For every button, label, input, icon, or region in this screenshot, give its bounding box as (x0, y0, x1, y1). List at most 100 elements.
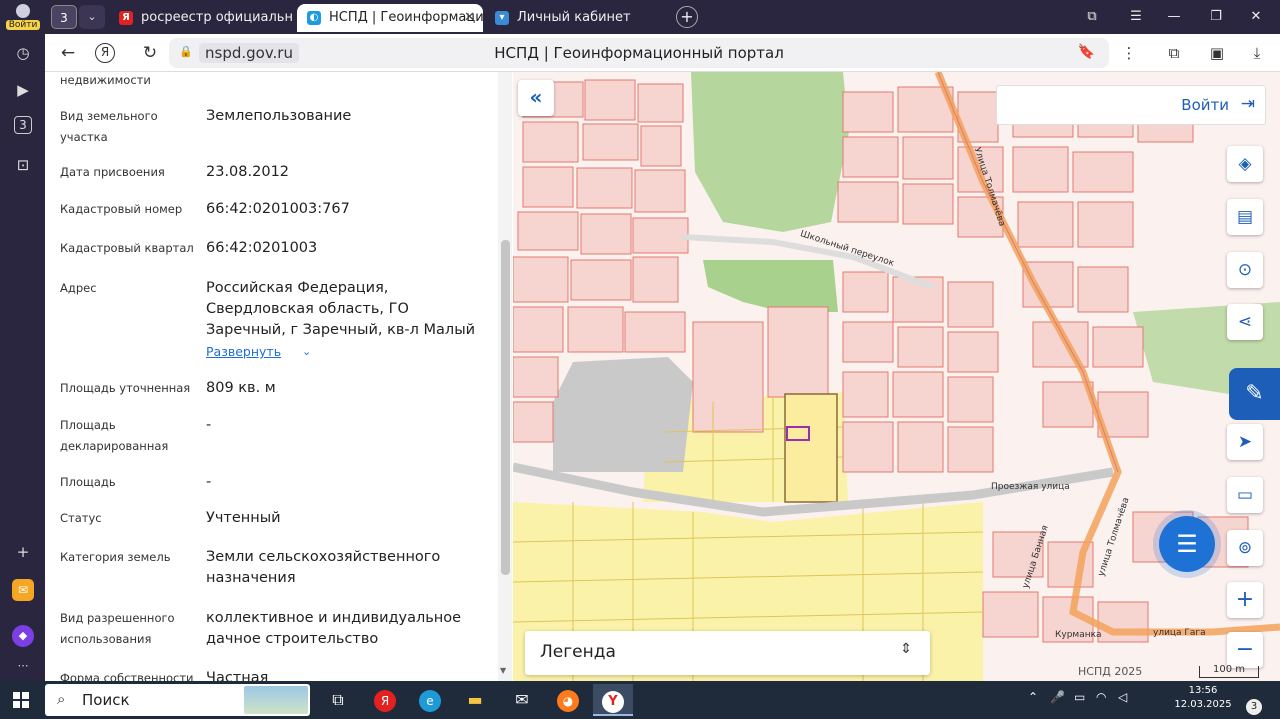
explorer-icon[interactable]: ▬ (455, 684, 495, 716)
microphone-icon[interactable]: 🎤 (1050, 690, 1065, 708)
play-icon[interactable]: ▶ (12, 79, 34, 101)
row-value: 66:42:0201003:767 (206, 201, 350, 217)
collapse-panel-button[interactable]: « (518, 80, 554, 116)
zoom-in-icon[interactable]: + (1227, 582, 1263, 618)
mail-app-icon[interactable]: ✉ (12, 579, 34, 601)
counter-icon[interactable]: 3 (14, 116, 32, 134)
restore-icon[interactable]: ❐ (1205, 6, 1227, 28)
login-icon: ⇥ (1240, 94, 1255, 114)
search-label: Поиск (82, 691, 130, 709)
url-field[interactable]: 🔒 nspd.gov.ru НСПД | Геоинформационный п… (169, 38, 1109, 68)
yandex-icon[interactable]: Я (374, 690, 396, 712)
row-label: Статус (60, 511, 102, 525)
tab-rosreestr[interactable]: Я росреестр официальный (109, 4, 294, 32)
alice-icon[interactable]: ◆ (12, 625, 34, 647)
firefox-icon[interactable]: ◕ (557, 690, 579, 712)
scale-bar: 100 m (1199, 665, 1259, 678)
yandex-browser-icon[interactable]: Y (602, 691, 624, 713)
row-label: недвижимости (60, 73, 151, 87)
reload-icon[interactable]: ↻ (137, 41, 163, 65)
tab-cabinet[interactable]: ▾ Личный кабинет (485, 4, 670, 32)
zoom-out-icon[interactable]: − (1227, 632, 1263, 668)
row-value: 809 кв. м (206, 380, 276, 396)
geolocation-icon[interactable]: ➤ (1227, 424, 1263, 460)
expand-icon[interactable]: ⇕ (900, 641, 912, 657)
windows-taskbar: ⌕ Поиск ⧉ Я e ▬ ✉ ◕ Y ⌃ 🎤 ▭ ◠ ◁ 13:56 12… (0, 681, 1280, 719)
scrollbar-thumb[interactable] (501, 240, 510, 575)
tab-label: НСПД | Геоинформаци (329, 10, 483, 25)
panel-scrollbar[interactable]: ▼ (498, 72, 512, 681)
legend-panel[interactable]: Легенда ⇕ (525, 631, 930, 675)
edge-icon[interactable]: e (419, 690, 441, 712)
feedback-tab-icon[interactable]: ✎ (1229, 368, 1280, 420)
row-value: коллективное и индивидуальное дачное стр… (206, 610, 462, 647)
yandex-favicon-icon: Я (119, 11, 133, 25)
row-value: 66:42:0201003 (206, 240, 318, 256)
taskbar-search[interactable]: ⌕ Поиск (45, 684, 310, 716)
screenshot-icon[interactable]: ⊡ (12, 154, 34, 176)
kebab-menu-icon[interactable]: ⋮ (1117, 42, 1141, 64)
row-label: Площадь уточненная (60, 381, 191, 395)
profile-button[interactable]: Войти (6, 4, 40, 32)
task-view-icon[interactable]: ⧉ (318, 684, 358, 716)
search-highlight-image (244, 686, 308, 714)
windows-start-icon[interactable] (13, 692, 29, 708)
new-tab-button[interactable]: + (676, 6, 698, 28)
tray-overflow-icon[interactable]: ⌃ (1028, 690, 1038, 708)
yandex-icon[interactable]: Я (95, 43, 115, 63)
map-canvas[interactable] (513, 72, 1280, 681)
layers-icon[interactable]: ◈ (1227, 146, 1263, 182)
history-icon[interactable]: ◷ (12, 42, 34, 64)
address-bar: ← Я ↻ 🔒 nspd.gov.ru НСПД | Геоинформацио… (45, 34, 1280, 72)
row-label: Адрес (60, 281, 97, 295)
ruler-icon[interactable]: ▤ (1227, 199, 1263, 235)
sidebar-login-label: Войти (6, 20, 40, 30)
downloads-panel-icon[interactable]: ⧉ (1162, 42, 1186, 64)
add-icon[interactable]: + (12, 541, 34, 563)
back-icon[interactable]: ← (55, 41, 81, 65)
row-label: Вид земельного участка (60, 109, 158, 144)
battery-icon[interactable]: ▭ (1074, 690, 1085, 708)
industrial-area (553, 357, 693, 472)
row-value: - (206, 474, 212, 490)
chat-icon[interactable]: ☰ (1159, 516, 1215, 572)
cadastral-map[interactable]: Школьный переулок Улица Толмачёва Проезж… (513, 72, 1280, 681)
close-tab-icon[interactable]: ✕ (464, 4, 475, 32)
extension-icon[interactable]: ▣ (1205, 42, 1229, 64)
wifi-icon[interactable]: ◠ (1096, 690, 1106, 708)
expand-link[interactable]: Развернуть (206, 344, 281, 359)
row-label: Вид разрешенного использования (60, 611, 175, 646)
close-window-icon[interactable]: ✕ (1245, 6, 1267, 28)
system-clock[interactable]: 13:56 12.03.2025 (1173, 684, 1233, 712)
map-login-label: Войти (1181, 96, 1229, 114)
chevron-down-icon[interactable]: ⌄ (302, 345, 311, 358)
row-label: Форма собственности (60, 671, 194, 681)
nspd-favicon-icon: ◐ (307, 11, 321, 25)
area-search-icon[interactable]: ⊙ (1227, 252, 1263, 288)
menu-icon[interactable]: ☰ (1125, 6, 1147, 28)
geo-search-icon[interactable]: ⊚ (1227, 530, 1263, 566)
minimize-icon[interactable]: — (1163, 6, 1185, 28)
tab-bar: 3 ⌄ Я росреестр официальный ◐ НСПД | Гео… (45, 0, 1280, 34)
scroll-down-icon[interactable]: ▼ (500, 666, 506, 675)
notification-badge[interactable]: 3 (1246, 699, 1262, 715)
tab-nspd[interactable]: ◐ НСПД | Геоинформаци ✕ (297, 4, 483, 32)
bookmark-icon[interactable]: 🔖 (1078, 44, 1095, 60)
collections-icon[interactable]: ⧉ (1081, 6, 1103, 28)
download-icon[interactable]: ⤓ (1245, 42, 1269, 64)
more-icon[interactable]: ⋯ (12, 655, 34, 677)
print-area-icon[interactable]: ▭ (1227, 477, 1263, 513)
mail-icon[interactable]: ✉ (502, 684, 542, 716)
search-icon: ⌕ (57, 690, 66, 708)
row-label: Кадастровый номер (60, 202, 183, 216)
legend-title: Легенда (540, 642, 616, 662)
row-value: 23.08.2012 (206, 164, 290, 180)
map-login-button[interactable]: Войти ⇥ (996, 85, 1266, 125)
volume-icon[interactable]: ◁ (1118, 690, 1127, 708)
row-label: Категория земель (60, 550, 171, 564)
row-value: Землепользование (206, 108, 352, 124)
tab-label: росреестр официальный (141, 10, 294, 25)
tab-counter[interactable]: 3 (51, 5, 77, 29)
chevron-down-icon[interactable]: ⌄ (79, 5, 105, 29)
share-icon[interactable]: ⋖ (1227, 304, 1263, 340)
